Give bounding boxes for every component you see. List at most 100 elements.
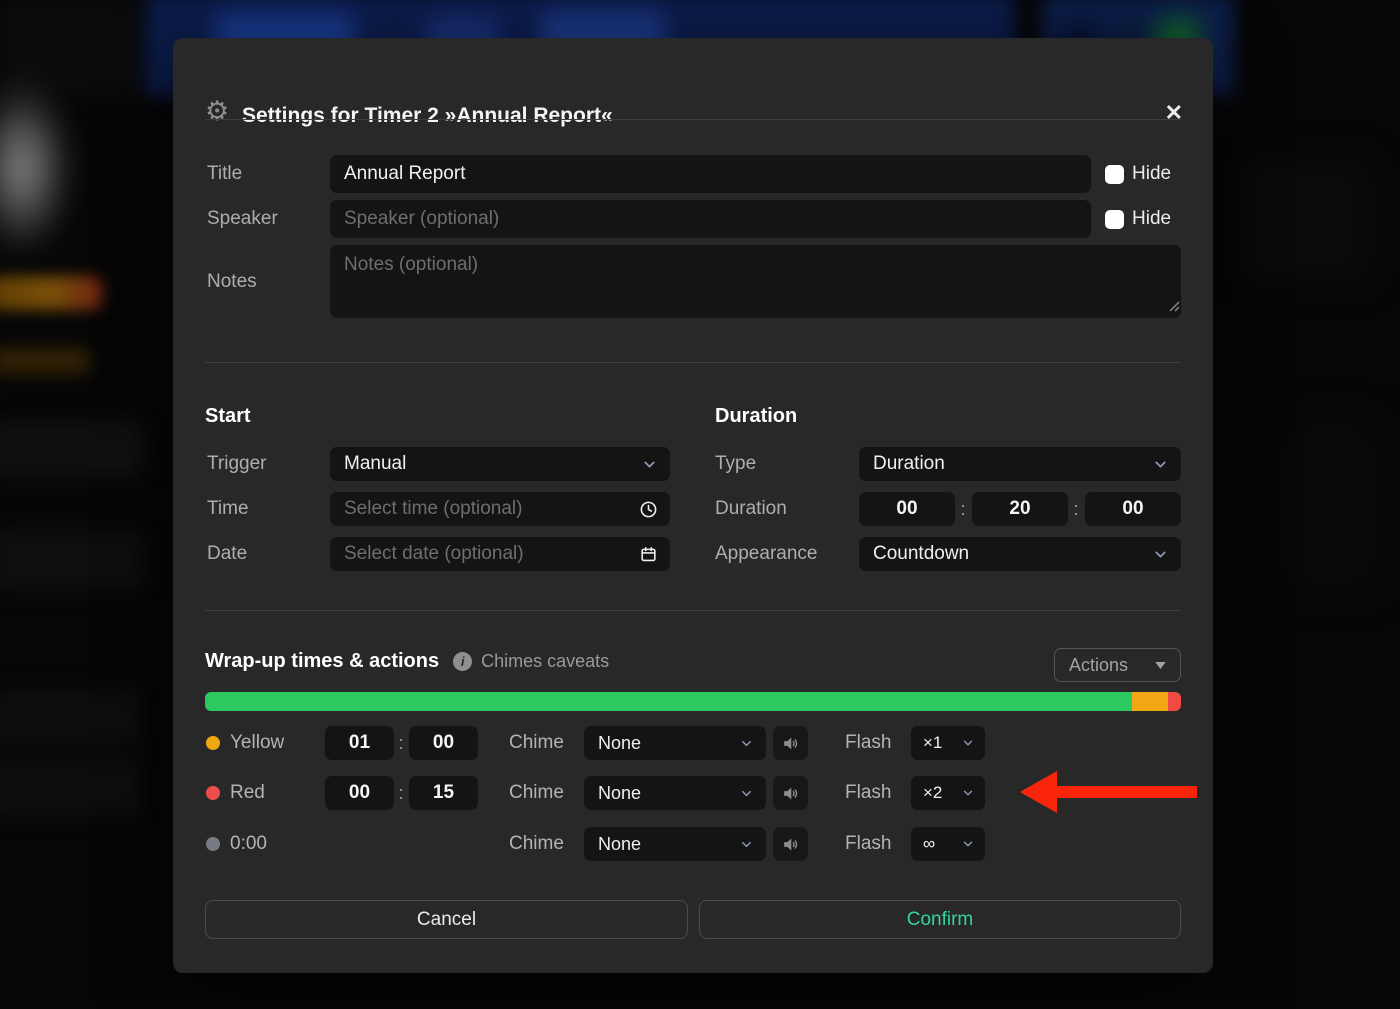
red-minutes-input[interactable] xyxy=(325,776,394,810)
divider xyxy=(205,119,1181,120)
yellow-chime-preview-button[interactable] xyxy=(773,726,808,760)
chime-value: None xyxy=(598,783,641,804)
dialog-title: Settings for Timer 2 »Annual Report« xyxy=(242,104,613,128)
chevron-down-icon xyxy=(641,456,658,473)
divider xyxy=(205,362,1181,363)
chevron-down-icon xyxy=(1152,456,1169,473)
type-label: Type xyxy=(715,447,756,481)
notes-label: Notes xyxy=(207,245,257,318)
time-picker[interactable]: Select time (optional) xyxy=(330,492,670,526)
chevron-down-icon xyxy=(961,736,975,750)
wrapup-progress-bar xyxy=(205,692,1181,711)
trigger-label: Trigger xyxy=(207,447,266,481)
zero-row-label: 0:00 xyxy=(230,827,267,861)
yellow-seconds-input[interactable] xyxy=(409,726,478,760)
chimes-caveats-link[interactable]: Chimes caveats xyxy=(481,651,609,672)
chevron-down-icon xyxy=(739,736,754,751)
title-input[interactable] xyxy=(330,155,1091,193)
resize-handle-icon[interactable] xyxy=(1168,300,1180,312)
hide-speaker-label: Hide xyxy=(1132,208,1171,230)
zero-flash-select[interactable]: ∞ xyxy=(911,827,985,861)
wrapup-header: Wrap-up times & actions i Chimes caveats xyxy=(205,650,609,673)
date-label: Date xyxy=(207,537,247,571)
chevron-down-icon xyxy=(961,837,975,851)
flash-label: Flash xyxy=(845,726,891,760)
chime-value: None xyxy=(598,733,641,754)
trigger-value: Manual xyxy=(344,453,406,475)
yellow-row-label: Yellow xyxy=(230,726,284,760)
notes-textarea[interactable] xyxy=(330,245,1181,318)
speaker-icon xyxy=(781,734,800,753)
timer-settings-dialog: ⚙ Settings for Timer 2 »Annual Report« ✕… xyxy=(173,38,1213,973)
speaker-icon xyxy=(781,784,800,803)
yellow-flash-select[interactable]: ×1 xyxy=(911,726,985,760)
time-placeholder: Select time (optional) xyxy=(344,498,522,520)
hide-title-checkbox[interactable] xyxy=(1105,165,1124,184)
flash-value: ×1 xyxy=(923,733,942,753)
duration-time-label: Duration xyxy=(715,492,787,526)
colon-separator: : xyxy=(1069,492,1083,526)
red-dot xyxy=(206,786,220,800)
confirm-button[interactable]: Confirm xyxy=(699,900,1181,939)
chime-label: Chime xyxy=(509,726,564,760)
appearance-label: Appearance xyxy=(715,537,817,571)
wrapup-heading: Wrap-up times & actions xyxy=(205,650,439,673)
red-seconds-input[interactable] xyxy=(409,776,478,810)
chevron-down-icon xyxy=(1152,546,1169,563)
duration-heading: Duration xyxy=(715,405,797,428)
bar-yellow-segment xyxy=(1132,692,1168,711)
triangle-down-icon xyxy=(1155,662,1166,669)
chime-label: Chime xyxy=(509,827,564,861)
date-picker[interactable]: Select date (optional) xyxy=(330,537,670,571)
red-row-label: Red xyxy=(230,776,265,810)
trigger-select[interactable]: Manual xyxy=(330,447,670,481)
duration-seconds-input[interactable] xyxy=(1085,492,1181,526)
duration-hours-input[interactable] xyxy=(859,492,955,526)
flash-label: Flash xyxy=(845,776,891,810)
colon-separator: : xyxy=(394,726,408,760)
chevron-down-icon xyxy=(961,786,975,800)
red-flash-select[interactable]: ×2 xyxy=(911,776,985,810)
chevron-down-icon xyxy=(739,786,754,801)
close-icon[interactable]: ✕ xyxy=(1165,100,1183,126)
flash-value: ∞ xyxy=(923,834,935,854)
flash-value: ×2 xyxy=(923,783,942,803)
title-label: Title xyxy=(207,155,242,193)
speaker-icon xyxy=(781,835,800,854)
chevron-down-icon xyxy=(739,837,754,852)
type-select[interactable]: Duration xyxy=(859,447,1181,481)
speaker-input[interactable] xyxy=(330,200,1091,238)
actions-label: Actions xyxy=(1069,655,1128,676)
zero-dot xyxy=(206,837,220,851)
flash-label: Flash xyxy=(845,827,891,861)
yellow-minutes-input[interactable] xyxy=(325,726,394,760)
hide-title-label: Hide xyxy=(1132,163,1171,185)
annotation-arrow xyxy=(1014,765,1199,820)
calendar-icon xyxy=(639,545,658,564)
cancel-button[interactable]: Cancel xyxy=(205,900,688,939)
hide-title-group: Hide xyxy=(1105,155,1171,193)
hide-speaker-checkbox[interactable] xyxy=(1105,210,1124,229)
colon-separator: : xyxy=(956,492,970,526)
duration-minutes-input[interactable] xyxy=(972,492,1068,526)
start-heading: Start xyxy=(205,405,251,428)
zero-chime-preview-button[interactable] xyxy=(773,827,808,861)
appearance-value: Countdown xyxy=(873,543,969,565)
appearance-select[interactable]: Countdown xyxy=(859,537,1181,571)
speaker-label: Speaker xyxy=(207,200,278,238)
type-value: Duration xyxy=(873,453,945,475)
date-placeholder: Select date (optional) xyxy=(344,543,524,565)
actions-menu-button[interactable]: Actions xyxy=(1054,648,1181,682)
yellow-chime-select[interactable]: None xyxy=(584,726,766,760)
yellow-dot xyxy=(206,736,220,750)
red-chime-preview-button[interactable] xyxy=(773,776,808,810)
colon-separator: : xyxy=(394,776,408,810)
divider xyxy=(205,610,1181,611)
info-icon[interactable]: i xyxy=(453,652,472,671)
zero-chime-select[interactable]: None xyxy=(584,827,766,861)
red-chime-select[interactable]: None xyxy=(584,776,766,810)
hide-speaker-group: Hide xyxy=(1105,200,1171,238)
bar-red-segment xyxy=(1168,692,1181,711)
time-label: Time xyxy=(207,492,249,526)
chime-label: Chime xyxy=(509,776,564,810)
